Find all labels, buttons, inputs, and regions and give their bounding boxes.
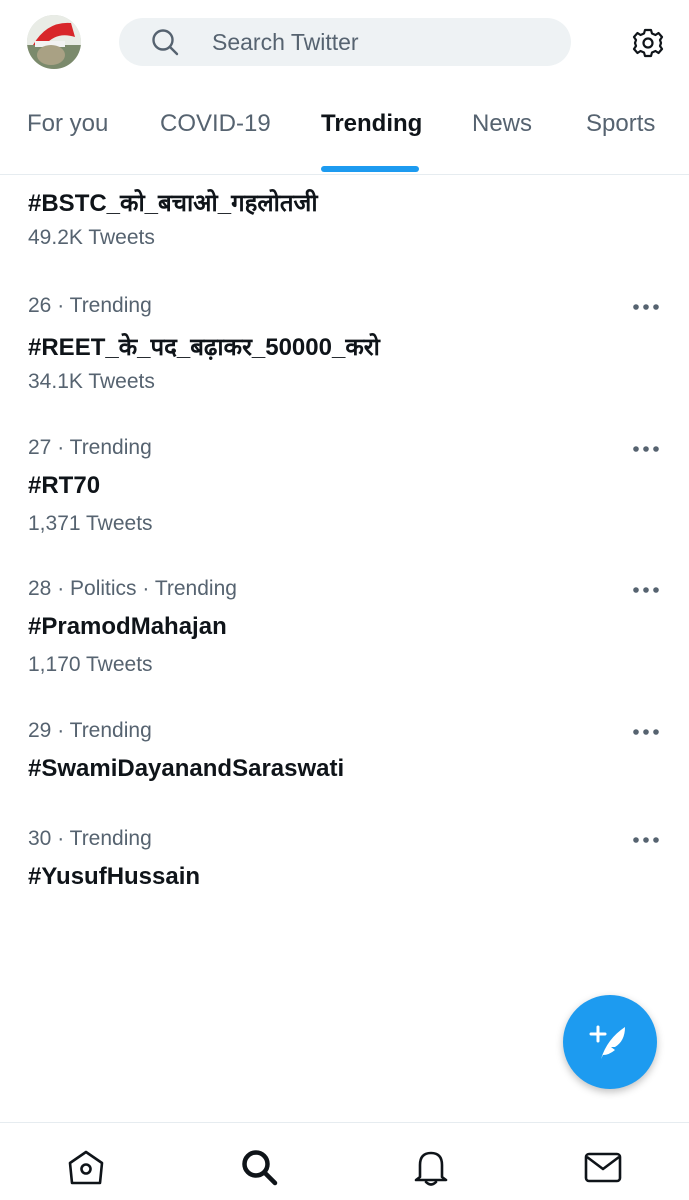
trend-tweet-count: 1,371 Tweets [28,512,153,535]
more-dots-icon[interactable] [632,444,660,454]
tab-sports[interactable]: Sports [586,110,655,138]
tab-trending[interactable]: Trending [321,110,422,138]
search-placeholder: Search Twitter [212,29,359,55]
gear-icon[interactable] [630,25,666,61]
avatar-image [27,15,81,69]
trend-meta: 26 · Trending [28,294,152,317]
compose-tweet-button[interactable] [563,995,657,1089]
search-icon [152,29,179,56]
trend-tweet-count: 1,170 Tweets [28,653,153,676]
bell-icon[interactable] [411,1147,451,1187]
trend-tweet-count: 49.2K Tweets [28,226,155,249]
trend-name: #YusufHussain [28,863,201,890]
explore-tabs: For you COVID-19 Trending News Sports [0,100,689,174]
trend-name: #PramodMahajan [28,613,227,640]
home-icon[interactable] [66,1147,106,1187]
tab-covid-19[interactable]: COVID-19 [160,110,271,138]
trend-name: #BSTC_को_बचाओ_गहलोतजी [28,190,318,217]
more-dots-icon[interactable] [632,302,660,312]
bottom-navigation [0,1122,689,1200]
mail-icon[interactable] [583,1147,623,1187]
search-bar[interactable]: Search Twitter [119,18,571,66]
more-dots-icon[interactable] [632,585,660,595]
active-tab-indicator [321,166,419,172]
trend-meta: 27 · Trending [28,436,152,459]
more-dots-icon[interactable] [632,835,660,845]
search-icon[interactable] [239,1147,279,1187]
trend-name: #SwamiDayanandSaraswati [28,755,345,782]
trend-tweet-count: 34.1K Tweets [28,370,155,393]
more-dots-icon[interactable] [632,727,660,737]
trend-name: #REET_के_पद_बढ़ाकर_50000_करो [28,334,380,361]
tab-for-you[interactable]: For you [27,110,108,138]
trend-meta: 29 · Trending [28,719,152,742]
avatar[interactable] [27,15,81,69]
compose-tweet-icon [589,1025,625,1059]
trend-meta: 28 · Politics · Trending [28,577,237,600]
top-app-bar: Search Twitter For you COVID-19 Trending… [0,0,689,175]
trend-name: #RT70 [28,472,101,499]
tab-news[interactable]: News [472,110,532,138]
trend-meta: 30 · Trending [28,827,152,850]
